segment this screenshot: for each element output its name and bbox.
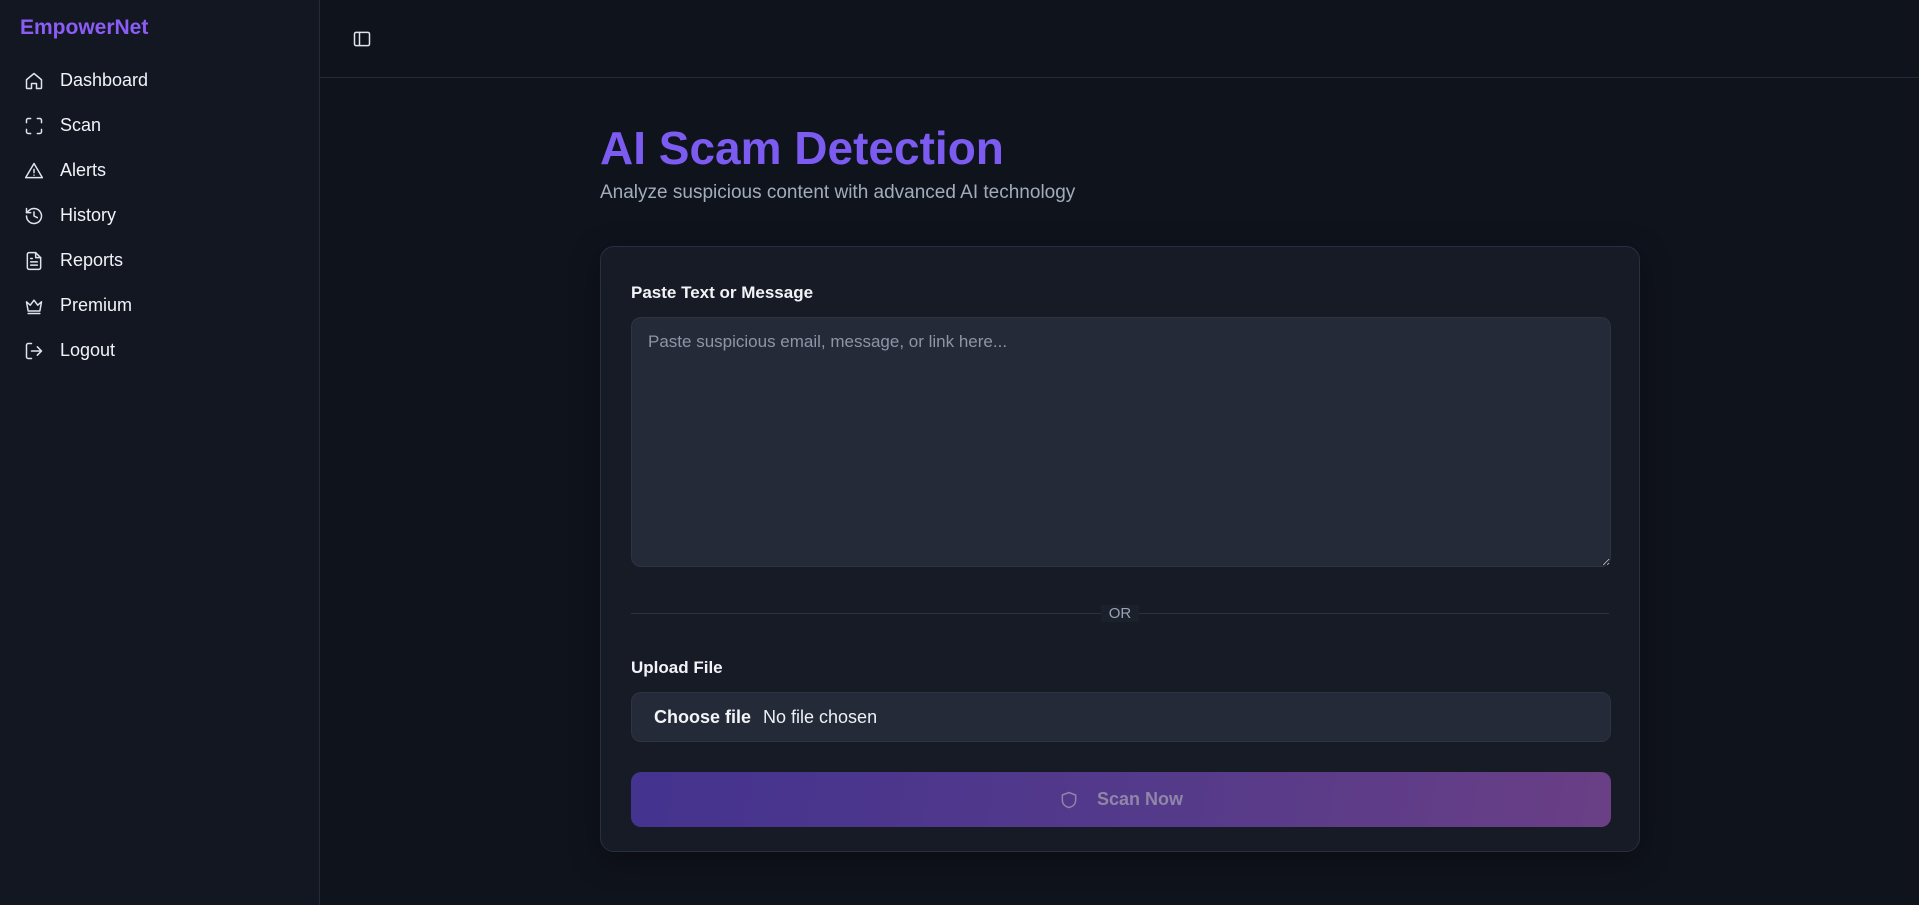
or-text: OR xyxy=(1100,604,1140,622)
logout-icon xyxy=(24,341,44,361)
sidebar-item-label: Reports xyxy=(60,250,124,270)
file-upload-input[interactable]: Choose file No file chosen xyxy=(631,692,1611,742)
sidebar-item-label: Logout xyxy=(60,340,116,360)
sidebar-item-label: Scan xyxy=(60,115,102,135)
sidebar-item-scan[interactable]: Scan xyxy=(0,103,319,148)
scan-icon xyxy=(24,116,44,136)
alert-triangle-icon xyxy=(24,161,44,181)
main-area: AI Scam Detection Analyze suspicious con… xyxy=(320,0,1919,905)
page-title: AI Scam Detection xyxy=(600,122,1004,174)
sidebar-item-alerts[interactable]: Alerts xyxy=(0,148,319,193)
sidebar-item-history[interactable]: History xyxy=(0,193,319,238)
file-text-icon xyxy=(24,251,44,271)
upload-field-label: Upload File xyxy=(631,658,723,677)
crown-icon xyxy=(24,296,44,316)
sidebar-item-label: Alerts xyxy=(60,160,107,180)
brand-logo[interactable]: EmpowerNet xyxy=(0,14,319,44)
scan-content: AI Scam Detection Analyze suspicious con… xyxy=(600,122,1640,852)
sidebar-item-dashboard[interactable]: Dashboard xyxy=(0,58,319,103)
history-icon xyxy=(24,206,44,226)
or-divider: OR xyxy=(631,604,1609,622)
text-field-label: Paste Text or Message xyxy=(631,283,814,302)
sidebar-item-label: History xyxy=(60,205,117,225)
sidebar-nav: Dashboard Scan Alerts History Reports Pr… xyxy=(0,58,319,373)
sidebar-toggle-icon xyxy=(353,31,371,46)
scan-card: Paste Text or Message OR Upload File Cho… xyxy=(600,246,1640,852)
page-subtitle: Analyze suspicious content with advanced… xyxy=(600,182,1076,203)
message-textarea[interactable] xyxy=(631,317,1611,567)
scan-now-label: Scan Now xyxy=(1096,789,1184,809)
file-status-text: No file chosen xyxy=(763,706,878,727)
sidebar: EmpowerNet Dashboard Scan Alerts History… xyxy=(0,0,320,905)
home-icon xyxy=(24,71,44,91)
sidebar-item-premium[interactable]: Premium xyxy=(0,283,319,328)
shield-icon xyxy=(1061,791,1077,808)
topbar xyxy=(320,0,1919,78)
scan-now-button[interactable]: Scan Now xyxy=(631,772,1611,827)
sidebar-item-label: Dashboard xyxy=(60,70,149,90)
sidebar-item-logout[interactable]: Logout xyxy=(0,328,319,373)
sidebar-toggle-button[interactable] xyxy=(346,23,378,55)
sidebar-item-reports[interactable]: Reports xyxy=(0,238,319,283)
choose-file-button[interactable]: Choose file xyxy=(654,707,751,728)
app-root: EmpowerNet Dashboard Scan Alerts History… xyxy=(0,0,1919,905)
sidebar-item-label: Premium xyxy=(60,295,133,315)
